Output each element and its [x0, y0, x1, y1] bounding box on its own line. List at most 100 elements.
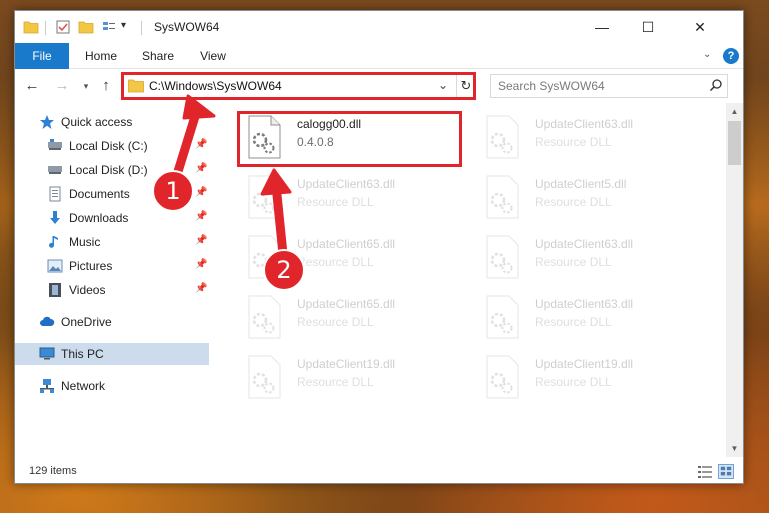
sidebar-item-onedrive[interactable]: OneDrive: [15, 311, 209, 333]
file-type: Resource DLL: [535, 255, 612, 269]
quick-access-dropdown-icon[interactable]: ▾: [121, 20, 126, 31]
scroll-thumb[interactable]: [728, 121, 741, 165]
sidebar-item-label: Network: [61, 379, 106, 393]
vertical-scrollbar[interactable]: ▲ ▼: [726, 103, 743, 457]
sidebar-item-videos[interactable]: Videos 📌: [15, 279, 209, 301]
computer-icon: [39, 347, 55, 360]
toolbar-divider: [141, 21, 142, 35]
file-item[interactable]: UpdateClient65.dll Resource DLL: [239, 291, 469, 345]
folder-icon[interactable]: [23, 19, 39, 35]
sidebar-item-label: Pictures: [69, 259, 113, 273]
pin-icon[interactable]: 📌: [195, 187, 207, 198]
file-item[interactable]: UpdateClient19.dll Resource DLL: [239, 351, 469, 405]
file-item[interactable]: UpdateClient63.dll Resource DLL: [477, 111, 707, 165]
dll-file-icon: [248, 295, 281, 339]
star-icon: [40, 115, 54, 129]
sidebar-item-label: Local Disk (D:): [69, 163, 148, 177]
file-name: UpdateClient19.dll: [297, 357, 396, 371]
maximize-button[interactable]: ☐: [625, 11, 671, 43]
file-item[interactable]: UpdateClient63.dll Resource DLL: [477, 291, 707, 345]
title-bar: ▾ SysWOW64 — ☐ ✕: [15, 11, 743, 43]
explorer-window: ▾ SysWOW64 — ☐ ✕ File Home Share View ⌄ …: [14, 10, 744, 484]
cloud-icon: [40, 316, 55, 326]
dll-file-icon: [486, 175, 519, 219]
minimize-button[interactable]: —: [579, 11, 625, 43]
file-type: Resource DLL: [297, 195, 374, 209]
pin-icon[interactable]: 📌: [195, 259, 207, 270]
scroll-down-icon[interactable]: ▼: [726, 440, 743, 457]
file-name: UpdateClient65.dll: [297, 297, 396, 311]
dll-file-icon: [248, 175, 281, 219]
sidebar-item-network[interactable]: Network: [15, 375, 209, 397]
dll-file-icon: [486, 355, 519, 399]
pin-icon[interactable]: 📌: [195, 211, 207, 222]
pin-icon[interactable]: 📌: [195, 235, 207, 246]
sidebar-item-label: Videos: [69, 283, 106, 297]
step-1-badge: 1: [152, 170, 194, 212]
file-item[interactable]: UpdateClient63.dll Resource DLL: [477, 231, 707, 285]
file-highlight-box: [237, 111, 462, 167]
dll-file-icon: [486, 235, 519, 279]
file-type: Resource DLL: [535, 315, 612, 329]
tab-share[interactable]: Share: [135, 43, 181, 69]
item-count: 129 items: [29, 465, 77, 477]
downloads-icon: [50, 211, 60, 224]
music-icon: [49, 236, 58, 248]
file-type: Resource DLL: [535, 135, 612, 149]
tiles-view-icon[interactable]: [718, 464, 734, 479]
file-item[interactable]: UpdateClient63.dll Resource DLL: [239, 171, 469, 225]
network-icon: [40, 379, 54, 393]
tab-view[interactable]: View: [191, 43, 235, 69]
sidebar-item-label: This PC: [61, 347, 104, 361]
file-type: Resource DLL: [535, 195, 612, 209]
dll-file-icon: [486, 115, 519, 159]
sidebar-item-quick-access[interactable]: Quick access: [15, 111, 209, 133]
pin-icon[interactable]: 📌: [195, 163, 207, 174]
close-button[interactable]: ✕: [671, 11, 729, 43]
file-type: Resource DLL: [535, 375, 612, 389]
search-icon[interactable]: [709, 78, 723, 92]
step-2-badge: 2: [263, 249, 305, 291]
sidebar-item-label: Downloads: [69, 211, 129, 225]
expand-ribbon-icon[interactable]: ⌄: [703, 49, 711, 60]
properties-icon[interactable]: [55, 19, 71, 35]
pin-icon[interactable]: 📌: [195, 139, 207, 150]
videos-icon: [49, 283, 61, 297]
file-name: UpdateClient19.dll: [535, 357, 634, 371]
dll-file-icon: [486, 295, 519, 339]
file-type: Resource DLL: [297, 255, 374, 269]
details-view-icon[interactable]: [697, 465, 713, 479]
navigation-pane: Quick access Local Disk (C:) 📌 Local Dis…: [15, 103, 215, 457]
sidebar-item-label: Music: [69, 235, 101, 249]
file-name: UpdateClient5.dll: [535, 177, 627, 191]
search-placeholder: Search SysWOW64: [498, 79, 605, 93]
file-type: Resource DLL: [297, 375, 374, 389]
sidebar-item-pictures[interactable]: Pictures 📌: [15, 255, 209, 277]
tab-file[interactable]: File: [15, 43, 69, 69]
pin-icon[interactable]: 📌: [195, 283, 207, 294]
recent-locations-icon[interactable]: ▾: [77, 77, 95, 95]
tab-home[interactable]: Home: [77, 43, 125, 69]
sidebar-item-local-disk-c[interactable]: Local Disk (C:) 📌: [15, 135, 209, 157]
file-name: UpdateClient63.dll: [535, 297, 634, 311]
scroll-up-icon[interactable]: ▲: [726, 103, 743, 120]
back-icon[interactable]: ←: [23, 77, 41, 95]
sidebar-item-label: Local Disk (C:): [69, 139, 148, 153]
pictures-icon: [47, 259, 63, 273]
customize-icon[interactable]: [101, 19, 117, 35]
up-icon[interactable]: ↑: [97, 77, 115, 95]
file-name: UpdateClient63.dll: [535, 117, 634, 131]
forward-icon[interactable]: →: [53, 77, 71, 95]
window-title: SysWOW64: [154, 20, 220, 34]
file-name: UpdateClient63.dll: [535, 237, 634, 251]
ribbon-tabs: File Home Share View ⌄ ?: [15, 43, 743, 69]
new-folder-icon[interactable]: [78, 19, 94, 35]
file-name: UpdateClient63.dll: [297, 177, 396, 191]
sidebar-item-this-pc[interactable]: This PC: [15, 343, 209, 365]
sidebar-item-music[interactable]: Music 📌: [15, 231, 209, 253]
search-input[interactable]: Search SysWOW64: [490, 74, 728, 98]
help-icon[interactable]: ?: [723, 48, 739, 64]
file-item[interactable]: UpdateClient19.dll Resource DLL: [477, 351, 707, 405]
file-item[interactable]: UpdateClient5.dll Resource DLL: [477, 171, 707, 225]
status-bar: 129 items: [15, 461, 743, 483]
